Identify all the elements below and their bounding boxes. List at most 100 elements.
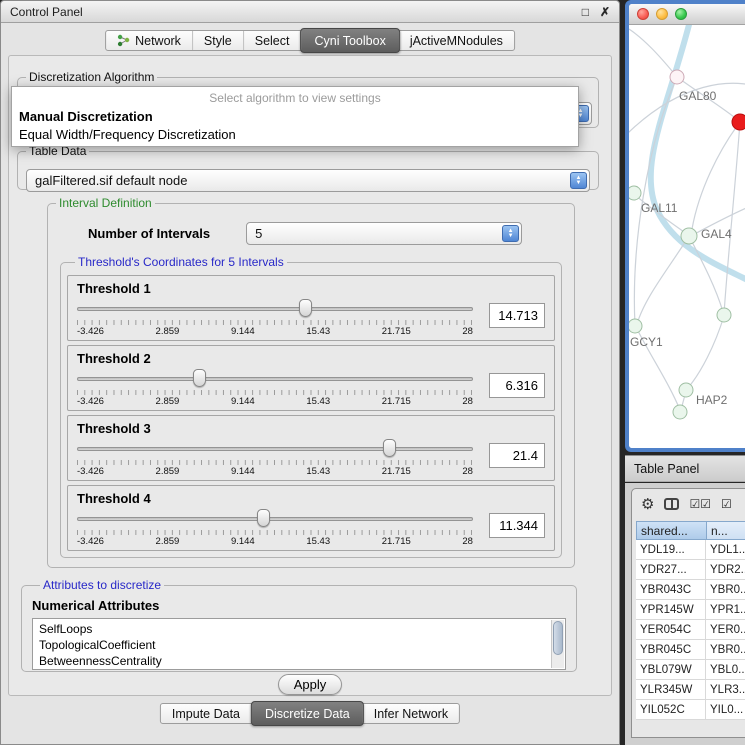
network-node[interactable] bbox=[629, 319, 642, 333]
slider-track[interactable] bbox=[77, 517, 473, 521]
threshold-2-panel: Threshold 2 -3.4262.8599.14415.4321.7152… bbox=[67, 345, 555, 411]
network-canvas[interactable]: GAL80 GAL11 GAL4 GCY1 HAP2 bbox=[629, 25, 745, 448]
gear-icon[interactable]: ⚙ bbox=[641, 497, 654, 512]
table-cell[interactable]: YLR345W bbox=[636, 680, 706, 700]
table-row[interactable]: YER054CYER0... bbox=[636, 620, 745, 640]
table-cell[interactable]: YIL052C bbox=[636, 700, 706, 720]
table-cell[interactable]: YBR043C bbox=[636, 580, 706, 600]
threshold-slider[interactable] bbox=[77, 439, 473, 458]
tab-label: Style bbox=[204, 34, 232, 48]
table-data-combobox[interactable]: galFiltered.sif default node ▲▼ bbox=[26, 169, 590, 192]
table-row[interactable]: YDR27...YDR2... bbox=[636, 560, 745, 580]
columns-icon[interactable] bbox=[664, 498, 679, 510]
table-row[interactable]: YBR043CYBR0... bbox=[636, 580, 745, 600]
threshold-slider[interactable] bbox=[77, 369, 473, 388]
network-node[interactable] bbox=[717, 308, 731, 322]
network-window-titlebar[interactable] bbox=[629, 4, 745, 25]
zoom-traffic-light[interactable] bbox=[675, 8, 687, 20]
scale-label: -3.426 bbox=[77, 326, 104, 337]
float-window-icon[interactable]: □ bbox=[582, 5, 589, 19]
tab-select[interactable]: Select bbox=[244, 31, 302, 50]
combo-stepper-icon[interactable]: ▲▼ bbox=[502, 225, 519, 242]
slider-thumb[interactable] bbox=[257, 509, 270, 527]
table-cell[interactable]: YPR1... bbox=[706, 600, 745, 620]
table-cell[interactable]: YPR145W bbox=[636, 600, 706, 620]
scale-label: 15.43 bbox=[306, 466, 330, 477]
threshold-value-field[interactable]: 21.4 bbox=[489, 443, 545, 468]
network-node[interactable] bbox=[670, 70, 684, 84]
table-row[interactable]: YLR345WYLR3... bbox=[636, 680, 745, 700]
table-cell[interactable]: YDR2... bbox=[706, 560, 745, 580]
table-cell[interactable]: YLR3... bbox=[706, 680, 745, 700]
table-row[interactable]: YPR145WYPR1... bbox=[636, 600, 745, 620]
network-node[interactable] bbox=[679, 383, 693, 397]
threshold-value-field[interactable]: 11.344 bbox=[489, 513, 545, 538]
table-cell[interactable]: YBL079W bbox=[636, 660, 706, 680]
tab-cyni-toolbox[interactable]: Cyni Toolbox bbox=[300, 28, 399, 53]
column-header-shared-name[interactable]: shared... bbox=[636, 521, 706, 540]
apply-button[interactable]: Apply bbox=[278, 674, 342, 695]
tab-infer-network[interactable]: Infer Network bbox=[363, 704, 459, 723]
table-cell[interactable]: YER054C bbox=[636, 620, 706, 640]
combo-stepper-icon[interactable]: ▲▼ bbox=[570, 172, 587, 189]
scale-label: -3.426 bbox=[77, 536, 104, 547]
table-cell[interactable]: YDL1... bbox=[706, 540, 745, 560]
dropdown-option-manual-discretization[interactable]: Manual Discretization bbox=[12, 107, 578, 125]
table-cell[interactable]: YBR045C bbox=[636, 640, 706, 660]
checkbox-icon[interactable]: ☑☑ bbox=[689, 498, 711, 510]
threshold-slider[interactable] bbox=[77, 299, 473, 318]
table-row[interactable]: YIL052CYIL0... bbox=[636, 700, 745, 720]
attribute-item[interactable]: TopologicalCoefficient bbox=[39, 637, 549, 653]
cyni-toolbox-panel: Discretization Algorithm ▲▼ Select algor… bbox=[8, 55, 612, 696]
tab-jactivemnodules[interactable]: jActiveMNodules bbox=[399, 31, 514, 50]
table-cell[interactable]: YIL0... bbox=[706, 700, 745, 720]
slider-thumb[interactable] bbox=[383, 439, 396, 457]
slider-ticks bbox=[77, 320, 473, 325]
slider-track[interactable] bbox=[77, 307, 473, 311]
slider-track[interactable] bbox=[77, 377, 473, 381]
scrollbar-thumb[interactable] bbox=[553, 621, 563, 655]
slider-thumb[interactable] bbox=[299, 299, 312, 317]
network-node[interactable] bbox=[629, 186, 641, 200]
table-row[interactable]: YBL079WYBL0... bbox=[636, 660, 745, 680]
attribute-item[interactable]: BetweennessCentrality bbox=[39, 653, 549, 669]
slider-track[interactable] bbox=[77, 447, 473, 451]
minimize-traffic-light[interactable] bbox=[656, 8, 668, 20]
table-cell[interactable]: YER0... bbox=[706, 620, 745, 640]
num-intervals-label: Number of Intervals bbox=[88, 226, 210, 241]
dropdown-option-equal-width-frequency[interactable]: Equal Width/Frequency Discretization bbox=[12, 125, 578, 143]
table-cell[interactable]: YBR0... bbox=[706, 580, 745, 600]
list-scrollbar[interactable] bbox=[551, 620, 564, 668]
network-thick-edge[interactable] bbox=[651, 25, 745, 287]
close-traffic-light[interactable] bbox=[637, 8, 649, 20]
network-node-selected[interactable] bbox=[732, 114, 745, 130]
column-header-name[interactable]: n... bbox=[706, 521, 745, 540]
tab-network[interactable]: Network bbox=[106, 31, 193, 50]
num-intervals-combobox[interactable]: 5 ▲▼ bbox=[246, 222, 522, 245]
checkbox-icon[interactable]: ☑ bbox=[721, 498, 732, 510]
table-cell[interactable]: YDL19... bbox=[636, 540, 706, 560]
table-row[interactable]: YDL19...YDL1... bbox=[636, 540, 745, 560]
slider-thumb[interactable] bbox=[193, 369, 206, 387]
attribute-item[interactable]: SelfLoops bbox=[39, 621, 549, 637]
control-panel-titlebar[interactable]: Control Panel □ ✗ bbox=[1, 1, 619, 23]
network-node[interactable] bbox=[673, 405, 687, 419]
threshold-label: Threshold 1 bbox=[77, 281, 545, 296]
tab-discretize-data[interactable]: Discretize Data bbox=[251, 701, 364, 726]
threshold-value-field[interactable]: 14.713 bbox=[489, 303, 545, 328]
slider-ticks bbox=[77, 460, 473, 465]
threshold-slider[interactable] bbox=[77, 509, 473, 528]
table-panel-titlebar[interactable]: Table Panel bbox=[625, 455, 745, 482]
tab-impute-data[interactable]: Impute Data bbox=[161, 704, 252, 723]
table-cell[interactable]: YDR27... bbox=[636, 560, 706, 580]
tab-style[interactable]: Style bbox=[193, 31, 244, 50]
network-node[interactable] bbox=[681, 228, 697, 244]
scale-label: 28 bbox=[462, 326, 473, 337]
table-cell[interactable]: YBL0... bbox=[706, 660, 745, 680]
threshold-value-field[interactable]: 6.316 bbox=[489, 373, 545, 398]
threshold-4-panel: Threshold 4 -3.4262.8599.14415.4321.7152… bbox=[67, 485, 555, 551]
table-cell[interactable]: YBR0... bbox=[706, 640, 745, 660]
table-row[interactable]: YBR045CYBR0... bbox=[636, 640, 745, 660]
close-icon[interactable]: ✗ bbox=[600, 5, 610, 19]
numerical-attributes-list[interactable]: SelfLoopsTopologicalCoefficientBetweenne… bbox=[32, 618, 566, 670]
